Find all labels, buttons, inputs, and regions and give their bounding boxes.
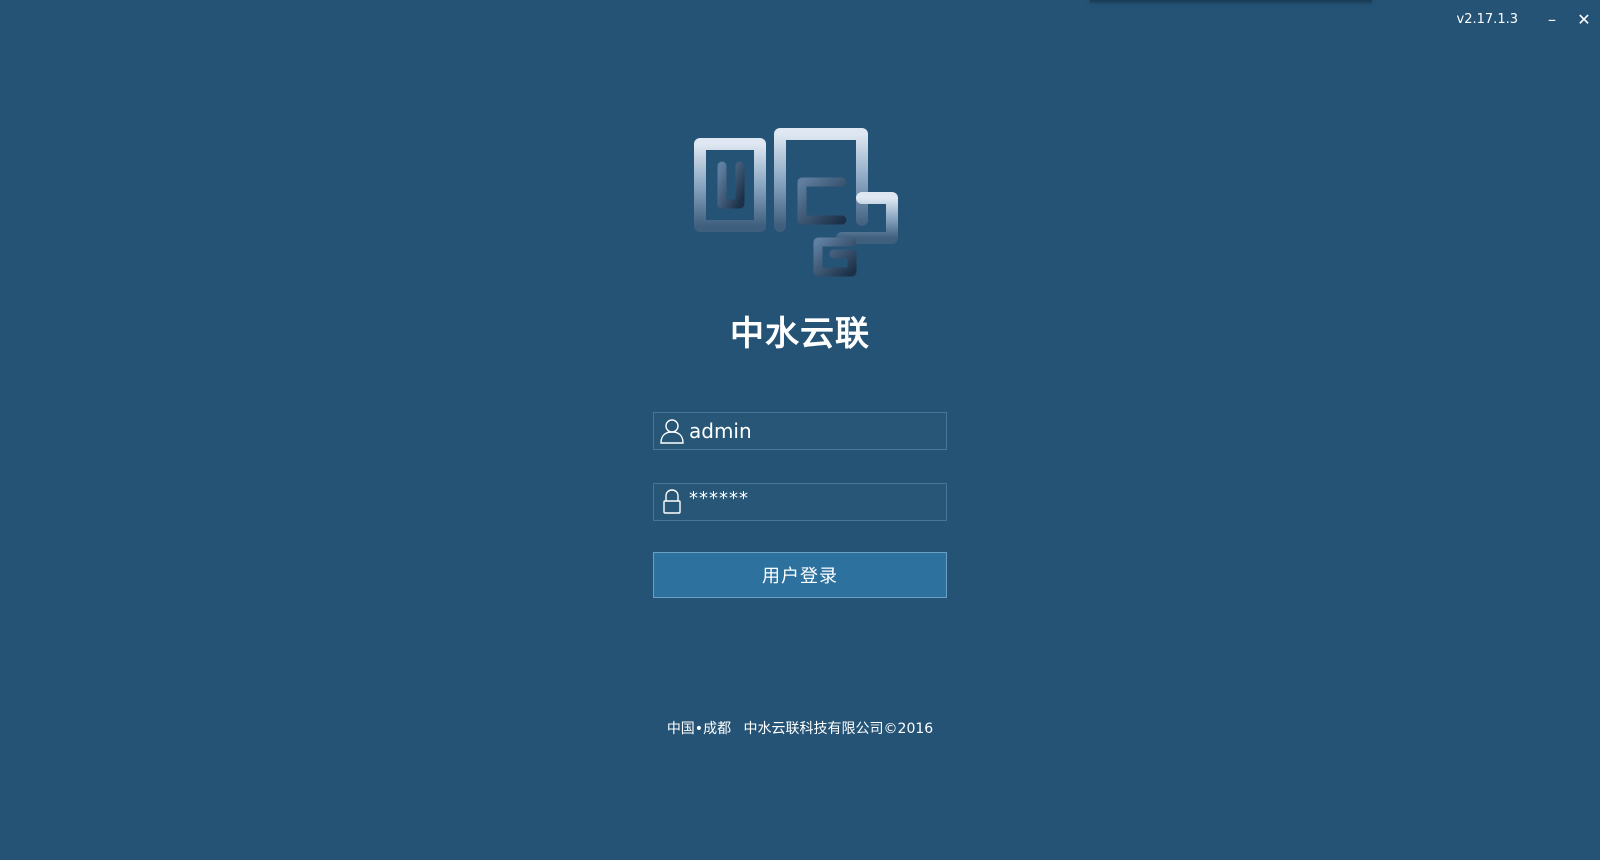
lock-icon [659, 488, 685, 516]
password-input[interactable]: ****** [685, 488, 946, 509]
app-logo-icon [694, 128, 898, 277]
password-field[interactable]: ****** [653, 483, 947, 521]
user-icon [659, 417, 685, 445]
app-title: 中水云联 [730, 314, 870, 354]
minimize-icon: – [1548, 9, 1556, 29]
login-window: v2.17.1.3 – ✕ 中水云联 admin ****** 用户登录 中国•… [0, 0, 1600, 860]
footer-copyright: 中水云联科技有限公司©2016 [743, 721, 934, 737]
title-bar: v2.17.1.3 – ✕ [1457, 0, 1600, 38]
window-edge-shadow [1090, 0, 1372, 2]
username-input[interactable] [685, 414, 946, 448]
login-button[interactable]: 用户登录 [653, 552, 947, 598]
minimize-button[interactable]: – [1536, 1, 1568, 37]
close-button[interactable]: ✕ [1568, 1, 1600, 37]
footer: 中国•成都 中水云联科技有限公司©2016 [0, 718, 1600, 738]
username-field[interactable] [653, 412, 947, 450]
close-icon: ✕ [1577, 9, 1591, 29]
footer-location: 中国•成都 [666, 721, 732, 737]
version-label: v2.17.1.3 [1456, 11, 1518, 27]
login-button-label: 用户登录 [762, 566, 838, 587]
